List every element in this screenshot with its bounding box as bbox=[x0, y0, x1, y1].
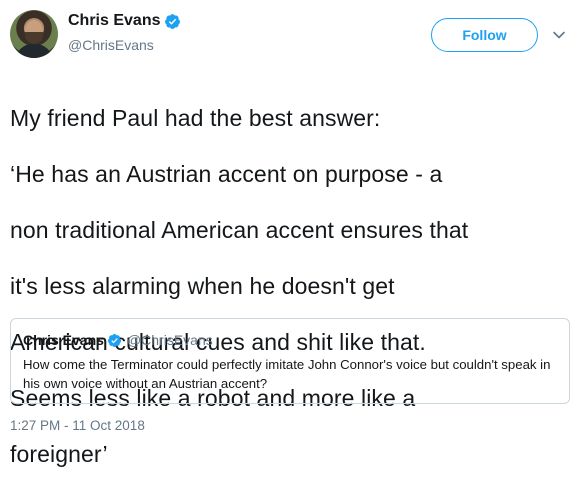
quoted-author-handle: @ChrisEvans bbox=[126, 332, 213, 348]
author-display-name[interactable]: Chris Evans bbox=[68, 12, 160, 30]
quoted-tweet[interactable]: Chris Evans @ChrisEvans How come the Ter… bbox=[10, 318, 570, 404]
tweet-card: Chris Evans @ChrisEvans Follow My friend… bbox=[0, 0, 577, 467]
quoted-author-name: Chris Evans bbox=[23, 332, 104, 348]
verified-badge-icon bbox=[165, 13, 181, 29]
avatar-shirt bbox=[16, 44, 52, 58]
chevron-down-icon[interactable] bbox=[552, 28, 566, 42]
verified-badge-icon bbox=[107, 333, 121, 347]
tweet-text-line: foreigner’ bbox=[10, 441, 108, 467]
tweet-timestamp[interactable]: 1:27 PM - 11 Oct 2018 bbox=[10, 418, 145, 433]
tweet-text-line: it's less alarming when he doesn't get bbox=[10, 273, 395, 299]
follow-button[interactable]: Follow bbox=[431, 18, 538, 52]
tweet-text: My friend Paul had the best answer: ‘He … bbox=[10, 76, 570, 496]
avatar[interactable] bbox=[10, 10, 58, 58]
tweet-text-line: non traditional American accent ensures … bbox=[10, 217, 469, 243]
tweet-text-line: ‘He has an Austrian accent on purpose - … bbox=[10, 161, 443, 187]
tweet-text-line: My friend Paul had the best answer: bbox=[10, 105, 381, 131]
quoted-tweet-header: Chris Evans @ChrisEvans bbox=[23, 332, 213, 348]
author-name-row: Chris Evans bbox=[68, 12, 181, 30]
author-handle[interactable]: @ChrisEvans bbox=[68, 37, 154, 53]
avatar-beard bbox=[25, 32, 43, 44]
quoted-tweet-text: How come the Terminator could perfectly … bbox=[23, 357, 551, 391]
